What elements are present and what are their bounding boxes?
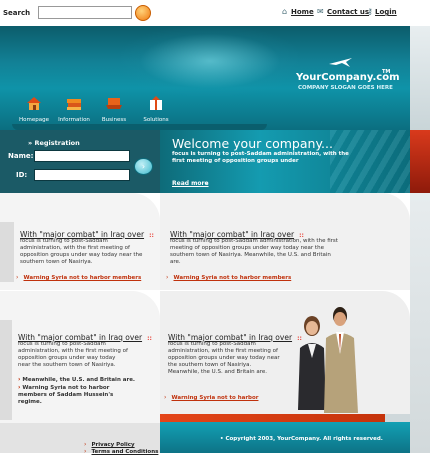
laptop-icon <box>106 98 122 109</box>
card-3-bold-bullet: › <box>18 376 21 383</box>
welcome-text: focus is turning to post-Saddam administ… <box>172 151 349 164</box>
copyright-text: • Copyright 2003, YourCompany. All right… <box>220 436 383 442</box>
card-3-link[interactable]: Warning Syria not to harbor members of S… <box>18 385 113 405</box>
nav-label-homepage: Homepage <box>19 117 49 123</box>
brand-tm: TM <box>382 69 391 75</box>
gift-box-icon <box>150 96 162 110</box>
welcome-title: Welcome your company... <box>172 136 333 151</box>
right-side-strip <box>410 193 430 453</box>
business-people-photo <box>298 307 358 413</box>
read-more-link[interactable]: Read more <box>172 180 209 187</box>
search-input[interactable] <box>38 6 132 19</box>
registration-title-text: Registration <box>34 139 80 147</box>
name-label: Name: <box>8 152 34 160</box>
logo-plane-icon <box>329 58 352 67</box>
footer-red-bar <box>160 414 385 422</box>
header-right-strip <box>410 26 430 130</box>
nav-label-business: Business <box>101 117 127 123</box>
card-2-text: focus is turning to post-Saddam administ… <box>170 238 338 265</box>
card-1-bullet: › <box>16 274 19 281</box>
registration-title: » Registration <box>28 139 80 147</box>
nav-item-solutions[interactable]: Solutions <box>136 95 176 123</box>
card-2-bullet: › <box>166 274 169 281</box>
brand-slogan: COMPANY SLOGAN GOES HERE <box>298 85 393 91</box>
card-3-text: focus is turning to post-Saddam administ… <box>18 341 128 368</box>
card-3-side-bar <box>0 320 12 420</box>
name-field[interactable] <box>34 150 130 162</box>
registration-submit-button[interactable]: › <box>134 158 153 175</box>
card-3-link-row: › Warning Syria not to harbor members of… <box>18 384 138 406</box>
nav-label-solutions: Solutions <box>143 117 169 123</box>
nav-item-information[interactable]: Information <box>54 95 94 123</box>
nav-item-homepage[interactable]: Homepage <box>14 95 54 123</box>
home-icon: ⌂ <box>282 7 288 16</box>
contact-link[interactable]: Contact us <box>327 8 369 16</box>
card-1-side-bar <box>0 222 14 282</box>
login-link[interactable]: Login <box>375 8 397 16</box>
card-1-text: focus is turning to post-Saddam administ… <box>20 238 143 265</box>
terms-bullet: › <box>84 448 87 455</box>
house-icon <box>27 97 41 110</box>
card-4-text: focus is turning to post-Saddam administ… <box>168 341 280 375</box>
nav-label-information: Information <box>58 117 90 123</box>
search-go-button[interactable] <box>135 5 151 21</box>
footer-grey-bar <box>385 414 410 422</box>
read-more-arrow-icon: » <box>205 180 209 187</box>
search-label: Search <box>3 9 31 17</box>
card-3-title-mark: :: <box>147 335 152 342</box>
terms-link[interactable]: Terms and Conditions <box>92 449 159 455</box>
terms-row: › Terms and Conditions <box>84 438 158 457</box>
books-icon <box>67 99 81 110</box>
copyright-value: Copyright 2003, YourCompany. All rights … <box>225 436 383 442</box>
welcome-red-accent <box>410 130 430 193</box>
card-4-bullet: › <box>164 394 167 401</box>
card-3-bullet: › <box>18 384 21 391</box>
mail-icon: ✉ <box>317 7 324 16</box>
home-link[interactable]: Home <box>291 8 314 16</box>
nav-item-business[interactable]: Business <box>94 95 134 123</box>
id-label: ID: <box>16 171 28 179</box>
card-3-bold-text-value: Meanwhile, the U.S. and Britain are. <box>22 377 136 383</box>
key-icon: ⚷ <box>367 7 373 16</box>
id-field[interactable] <box>34 169 130 181</box>
header-glow <box>120 26 300 96</box>
card-3-bold-text: › Meanwhile, the U.S. and Britain are. <box>18 376 138 384</box>
